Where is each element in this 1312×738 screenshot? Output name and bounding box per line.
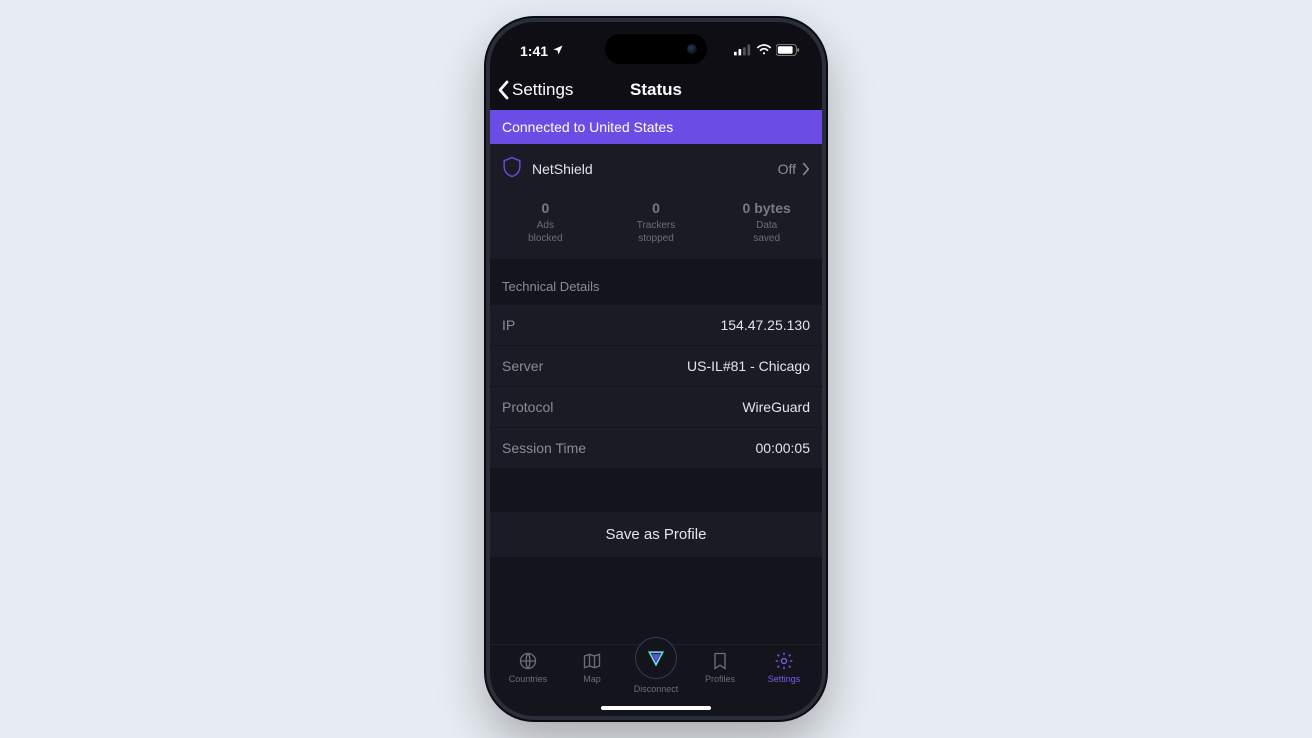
location-services-icon (552, 43, 564, 59)
navigation-bar: Settings Status (490, 70, 822, 110)
stat-label-1: Trackers (601, 219, 712, 232)
chevron-right-icon (802, 162, 810, 176)
side-button (486, 142, 487, 170)
home-indicator[interactable] (601, 706, 711, 710)
battery-icon (776, 43, 800, 59)
section-gap (490, 468, 822, 512)
detail-value: 154.47.25.130 (720, 317, 810, 333)
front-camera (687, 44, 697, 54)
stat-ads-blocked: 0 Ads blocked (490, 199, 601, 245)
phone-frame: 1:41 (486, 18, 826, 720)
stat-trackers-stopped: 0 Trackers stopped (601, 199, 712, 245)
stat-label-1: Ads (490, 219, 601, 232)
back-label: Settings (512, 80, 573, 100)
detail-row-server: Server US-IL#81 - Chicago (490, 345, 822, 386)
cellular-signal-icon (734, 43, 752, 59)
stat-value: 0 (601, 199, 712, 217)
map-icon (582, 651, 602, 671)
tab-disconnect[interactable]: Disconnect (624, 637, 688, 694)
stat-label-2: saved (711, 232, 822, 245)
stat-label-1: Data (711, 219, 822, 232)
chevron-left-icon (496, 80, 510, 100)
detail-key: Session Time (502, 440, 586, 456)
volume-up-button (486, 187, 487, 235)
stat-label-2: blocked (490, 232, 601, 245)
save-as-profile-button[interactable]: Save as Profile (490, 512, 822, 557)
stat-label-2: stopped (601, 232, 712, 245)
detail-row-ip: IP 154.47.25.130 (490, 304, 822, 345)
tab-label: Settings (768, 674, 801, 684)
tab-profiles[interactable]: Profiles (688, 651, 752, 684)
section-header-technical: Technical Details (490, 259, 822, 304)
power-button (825, 202, 826, 280)
netshield-row[interactable]: NetShield Off (490, 144, 822, 193)
disconnect-button-circle (635, 637, 677, 679)
globe-icon (518, 651, 538, 671)
detail-row-protocol: Protocol WireGuard (490, 386, 822, 427)
save-as-profile-label: Save as Profile (606, 526, 707, 543)
stat-value: 0 bytes (711, 199, 822, 217)
content-spacer (490, 557, 822, 644)
detail-value: WireGuard (742, 399, 810, 415)
detail-value: US-IL#81 - Chicago (687, 358, 810, 374)
detail-row-session-time: Session Time 00:00:05 (490, 427, 822, 468)
tab-bar: Countries Map Disconnect Profiles (490, 644, 822, 716)
detail-key: IP (502, 317, 515, 333)
app-logo-icon (646, 648, 666, 668)
status-time: 1:41 (520, 43, 548, 59)
connection-status-banner: Connected to United States (490, 110, 822, 144)
dynamic-island (605, 34, 707, 64)
netshield-title: NetShield (532, 161, 593, 177)
shield-icon (502, 156, 522, 181)
page-title: Status (630, 80, 682, 100)
tab-label: Countries (509, 674, 548, 684)
tab-label: Profiles (705, 674, 735, 684)
tab-countries[interactable]: Countries (496, 651, 560, 684)
tab-settings[interactable]: Settings (752, 651, 816, 684)
bookmark-icon (710, 651, 730, 671)
tab-label: Map (583, 674, 601, 684)
volume-down-button (486, 247, 487, 295)
netshield-value: Off (778, 161, 796, 177)
detail-key: Server (502, 358, 543, 374)
gear-icon (774, 651, 794, 671)
netshield-stats: 0 Ads blocked 0 Trackers stopped 0 bytes… (490, 193, 822, 259)
wifi-icon (756, 43, 772, 59)
back-button[interactable]: Settings (490, 80, 573, 100)
tab-label: Disconnect (634, 684, 679, 694)
tab-map[interactable]: Map (560, 651, 624, 684)
stat-value: 0 (490, 199, 601, 217)
detail-key: Protocol (502, 399, 553, 415)
detail-value: 00:00:05 (756, 440, 811, 456)
stat-data-saved: 0 bytes Data saved (711, 199, 822, 245)
